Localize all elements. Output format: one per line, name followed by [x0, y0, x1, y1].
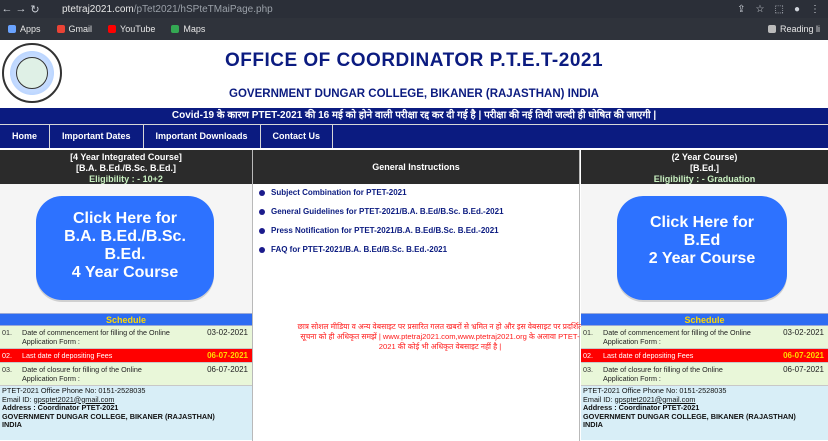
apps-icon	[8, 25, 16, 33]
maps-icon	[171, 25, 180, 33]
forward-icon[interactable]: →	[14, 3, 28, 15]
bookmark-maps[interactable]: Maps	[163, 24, 213, 34]
bookmark-apps[interactable]: Apps	[0, 24, 49, 34]
bookmark-gmail[interactable]: Gmail	[49, 24, 101, 34]
url-main: ptetraj2021.com	[62, 3, 134, 15]
bullet-icon	[259, 227, 265, 234]
reading-list-icon	[767, 25, 776, 33]
table-row: 02. Last date of depositing Fees 06-07-2…	[581, 349, 828, 363]
share-icon[interactable]: ⇪	[737, 4, 745, 15]
bookmark-star-icon[interactable]: ☆	[756, 4, 765, 15]
right-contact-info: PTET-2021 Office Phone No: 0151-2528035 …	[581, 386, 828, 440]
menu-important-dates[interactable]: Important Dates	[50, 125, 144, 148]
right-banner-area: Click Here for B.Ed 2 Year Course	[581, 184, 828, 313]
table-row: 01. Date of commencement for filling of …	[0, 326, 252, 349]
bullet-icon	[259, 189, 265, 196]
instruction-links: Subject Combination for PTET-2021 Genera…	[253, 184, 579, 254]
link-faq[interactable]: FAQ for PTET-2021/B.A. B.Ed/B.Sc. B.Ed.-…	[259, 245, 573, 254]
official-website-note: छात्र सोशल मीडिया व अन्य वेबसाइट पर प्रस…	[297, 322, 583, 351]
left-column: [4 Year Integrated Course] [B.A. B.Ed./B…	[0, 150, 252, 441]
page-title: OFFICE OF COORDINATOR P.T.E.T-2021	[224, 50, 604, 71]
general-instructions-title: General Instructions	[253, 150, 579, 184]
left-course-header: [4 Year Integrated Course] [B.A. B.Ed./B…	[0, 150, 252, 184]
bullet-icon	[259, 246, 265, 253]
gmail-icon	[56, 25, 65, 33]
bookmark-youtube[interactable]: YouTube	[100, 24, 163, 34]
site-header: OFFICE OF COORDINATOR P.T.E.T-2021 GOVER…	[0, 40, 828, 108]
ba-bed-course-button[interactable]: Click Here for B.A. B.Ed./B.Sc. B.Ed. 4 …	[36, 196, 214, 300]
url-bar[interactable]: ptetraj2021.com/pTet2021/hSPteTMaiPage.p…	[62, 4, 273, 15]
left-contact-info: PTET-2021 Office Phone No: 0151-2528035 …	[0, 386, 252, 440]
toolbar-actions: ⇪ ☆ ⬚ ● ⋮	[737, 4, 828, 15]
menu-home[interactable]: Home	[0, 125, 51, 148]
right-schedule-title: Schedule	[581, 313, 828, 326]
left-banner-area: Click Here for B.A. B.Ed./B.Sc. B.Ed. 4 …	[0, 184, 252, 313]
main-menu: Home Important Dates Important Downloads…	[0, 124, 828, 148]
bullet-icon	[259, 208, 265, 215]
link-general-guidelines[interactable]: General Guidelines for PTET-2021/B.A. B.…	[259, 207, 573, 216]
reading-list[interactable]: Reading li	[760, 24, 828, 34]
right-course-header: (2 Year Course) [B.Ed.] Eligibility : - …	[581, 150, 828, 184]
table-row: 02. Last date of depositing Fees 06-07-2…	[0, 349, 252, 363]
link-subject-combination[interactable]: Subject Combination for PTET-2021	[259, 188, 573, 197]
menu-icon[interactable]: ⋮	[810, 4, 820, 15]
table-row: 03. Date of closure for filling of the O…	[0, 363, 252, 386]
table-row: 03. Date of closure for filling of the O…	[581, 363, 828, 386]
bookmarks-bar: Apps Gmail YouTube Maps Reading li	[0, 18, 828, 40]
left-schedule-title: Schedule	[0, 313, 252, 326]
profile-icon[interactable]: ●	[794, 4, 800, 15]
reload-icon[interactable]: ↻	[28, 3, 42, 16]
right-column: (2 Year Course) [B.Ed.] Eligibility : - …	[581, 150, 828, 441]
youtube-icon	[108, 25, 117, 33]
menu-contact-us[interactable]: Contact Us	[261, 125, 334, 148]
back-icon[interactable]: ←	[0, 3, 14, 15]
extensions-icon[interactable]: ⬚	[775, 4, 784, 15]
menu-important-downloads[interactable]: Important Downloads	[144, 125, 261, 148]
browser-toolbar: ← → ↻ ptetraj2021.com/pTet2021/hSPteTMai…	[0, 0, 828, 18]
page-subtitle: GOVERNMENT DUNGAR COLLEGE, BIKANER (RAJA…	[229, 88, 599, 100]
covid-notice: Covid-19 के कारण PTET-2021 की 16 मई को ह…	[0, 108, 828, 124]
table-row: 01. Date of commencement for filling of …	[581, 326, 828, 349]
bed-2-year-course-button[interactable]: Click Here for B.Ed 2 Year Course	[617, 196, 787, 300]
link-press-notification[interactable]: Press Notification for PTET-2021/B.A. B.…	[259, 226, 573, 235]
url-path: /pTet2021/hSPteTMaiPage.php	[133, 3, 273, 15]
middle-column: General Instructions Subject Combination…	[252, 150, 582, 441]
